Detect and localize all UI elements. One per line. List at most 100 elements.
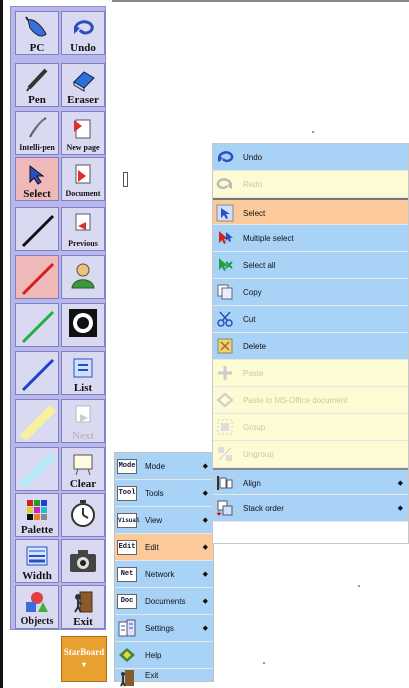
side-toolbar: PC Undo Pen Eraser Intelli-pen New page … (10, 6, 106, 630)
menu-item-ungroup: Ungroup (213, 441, 408, 468)
width-icon (16, 543, 58, 569)
menu-item-edit[interactable]: Edit Edit ◆ (115, 534, 213, 561)
menu-item-label: Group (243, 423, 266, 432)
menu-item-view[interactable]: Visual View ◆ (115, 507, 213, 534)
menu-item-tools[interactable]: Tool Tools ◆ (115, 480, 213, 507)
menu-item-label: Align (243, 479, 261, 488)
settings-icon (117, 618, 137, 638)
menu-item-network[interactable]: Net Network ◆ (115, 561, 213, 588)
menu-item-label: Copy (243, 288, 262, 297)
menu-item-label: Tools (145, 489, 164, 498)
camera-lens-button[interactable] (61, 303, 105, 347)
cyan-highlighter-button[interactable] (15, 447, 59, 491)
left-border (0, 0, 3, 688)
document-icon (62, 161, 104, 187)
intelli-pen-button[interactable]: Intelli-pen (15, 111, 59, 155)
menu-item-select-all[interactable]: Select all (213, 252, 408, 279)
paste-office-icon (215, 390, 235, 410)
cut-icon (215, 309, 235, 329)
yellow-highlighter-icon (16, 400, 58, 442)
tools-icon: Tool (117, 483, 137, 503)
menu-item-align[interactable]: Align ◆ (213, 468, 408, 495)
edit-badge: Edit (117, 539, 137, 555)
intelli-pen-icon (16, 115, 58, 141)
stopwatch-button[interactable] (61, 493, 105, 537)
pen-button[interactable]: Pen (15, 63, 59, 107)
submenu-arrow-icon: ◆ (397, 505, 403, 512)
select-button[interactable]: Select (15, 157, 59, 201)
menu-item-undo[interactable]: Undo (213, 144, 408, 171)
camera-button[interactable] (61, 539, 105, 583)
blue-line-icon (16, 352, 58, 394)
clear-button[interactable]: Clear (61, 447, 105, 491)
edit-icon: Edit (117, 537, 137, 557)
menu-item-exit[interactable]: Exit (115, 669, 213, 687)
menu-item-settings[interactable]: Settings ◆ (115, 615, 213, 642)
yellow-highlighter-button[interactable] (15, 399, 59, 443)
menu-item-stack-order[interactable]: Stack order ◆ (213, 495, 408, 522)
clear-board-icon (62, 451, 104, 477)
group-icon (215, 417, 235, 437)
network-icon: Net (117, 564, 137, 584)
red-line-button[interactable] (15, 255, 59, 299)
menu-item-label: Edit (145, 543, 159, 552)
document-button[interactable]: Document (61, 157, 105, 201)
blue-line-button[interactable] (15, 351, 59, 395)
stopwatch-icon (62, 500, 104, 527)
camera-lens-icon (62, 309, 104, 337)
menu-item-documents[interactable]: Doc Documents ◆ (115, 588, 213, 615)
undo-button[interactable]: Undo (61, 11, 105, 55)
eraser-button[interactable]: Eraser (61, 63, 105, 107)
pc-button[interactable]: PC (15, 11, 59, 55)
menu-item-paste-office: Paste to MS-Office document (213, 387, 408, 414)
list-button[interactable]: List (61, 351, 105, 395)
next-button[interactable]: Next (61, 399, 105, 443)
starboard-label: StarBoard (63, 647, 105, 657)
text-cursor (123, 172, 128, 187)
starboard-logo-button[interactable]: StarBoard ▾ (61, 636, 107, 682)
toolbar-label: PC (29, 42, 45, 54)
previous-button[interactable]: Previous (61, 207, 105, 251)
menu-item-label: Network (145, 570, 175, 579)
submenu-arrow-icon: ◆ (202, 571, 208, 578)
exit-button[interactable]: Exit (61, 585, 105, 629)
toolbar-label: Pen (28, 94, 46, 106)
palette-icon (16, 497, 58, 523)
new-page-button[interactable]: New page (61, 111, 105, 155)
menu-item-multiple-select[interactable]: Multiple select (213, 225, 408, 252)
green-line-icon (16, 304, 58, 346)
documents-icon: Doc (117, 591, 137, 611)
cyan-highlighter-icon (16, 448, 58, 490)
menu-item-copy[interactable]: Copy (213, 279, 408, 306)
menu-item-mode[interactable]: Mode Mode ◆ (115, 453, 213, 480)
paste-icon (215, 363, 235, 383)
submenu-arrow-icon: ◆ (202, 625, 208, 632)
green-line-button[interactable] (15, 303, 59, 347)
copy-icon (215, 282, 235, 302)
menu-item-label: View (145, 516, 163, 525)
person-button[interactable] (61, 255, 105, 299)
objects-button[interactable]: Objects (15, 585, 59, 629)
submenu-arrow-icon: ◆ (202, 490, 208, 497)
top-border (112, 0, 409, 2)
black-line-button[interactable] (15, 207, 59, 251)
menu-item-delete[interactable]: Delete (213, 333, 408, 360)
delete-icon (215, 336, 235, 356)
menu-item-select[interactable]: Select (213, 198, 408, 225)
undo-arrow-icon (62, 15, 104, 41)
toolbar-label: Eraser (67, 94, 99, 106)
align-icon (215, 473, 235, 493)
menu-item-label: Settings (145, 624, 174, 633)
network-badge: Net (117, 566, 137, 582)
menu-item-cut[interactable]: Cut (213, 306, 408, 333)
menu-item-help[interactable]: Help (115, 642, 213, 669)
submenu-arrow-icon: ◆ (202, 517, 208, 524)
multiple-select-icon (215, 228, 235, 248)
list-icon (62, 355, 104, 381)
menu-item-label: Paste (243, 369, 264, 378)
camera-icon (62, 548, 104, 574)
documents-badge: Doc (117, 593, 137, 609)
toolbar-label: Document (65, 189, 101, 198)
width-button[interactable]: Width (15, 539, 59, 583)
palette-button[interactable]: Palette (15, 493, 59, 537)
